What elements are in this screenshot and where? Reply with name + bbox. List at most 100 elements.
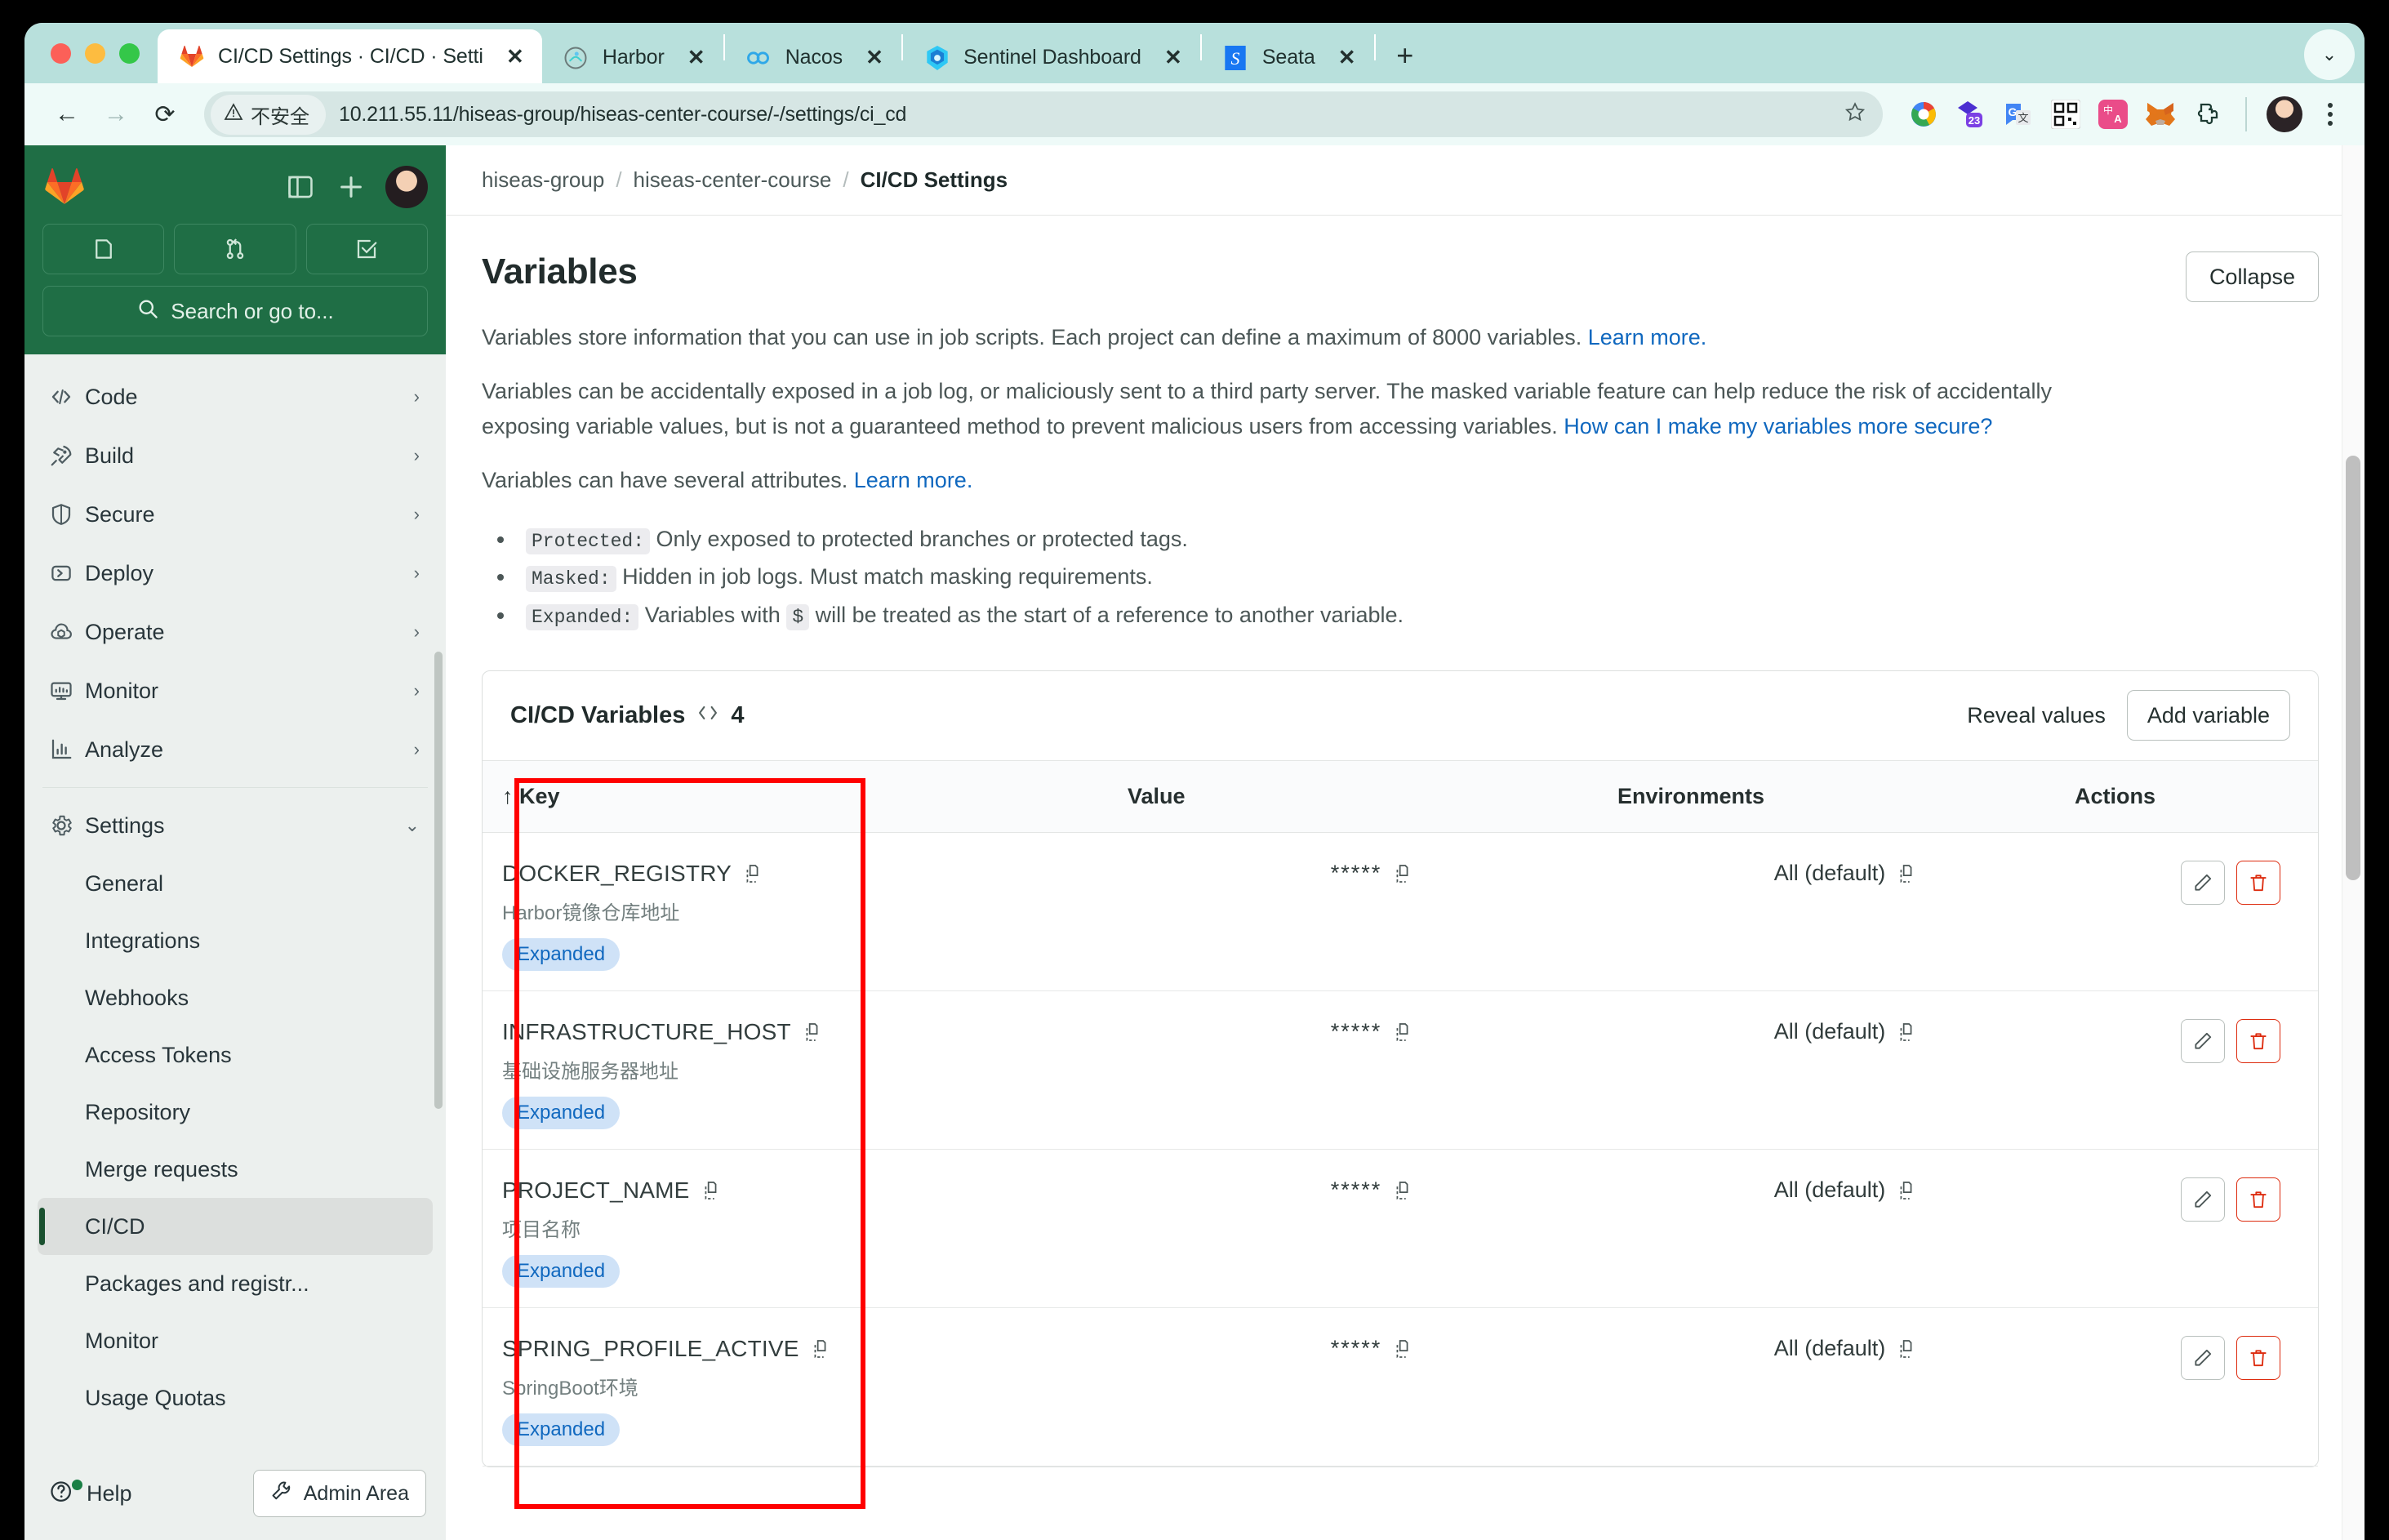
sidebar-item-packages-and-registries[interactable]: Packages and registr... [38,1255,433,1312]
copy-icon[interactable] [743,863,764,884]
sidebar-item-build[interactable]: Build › [38,426,433,485]
edit-variable-button[interactable] [2181,1336,2225,1381]
copy-icon[interactable] [1393,1338,1414,1360]
copy-icon[interactable] [803,1021,824,1043]
code-icon [49,385,85,409]
sidebar-item-label: Access Tokens [85,1042,232,1067]
google-translate-icon[interactable]: G文 [2000,96,2036,132]
immersive-translate-icon[interactable]: 中A [2095,96,2131,132]
tab-list-chevron-down-icon[interactable]: ⌄ [2304,29,2355,80]
sidebar-item-label: Code [85,384,138,409]
browser-tab-sentinel[interactable]: Sentinel Dashboard ✕ [903,32,1200,83]
chrome-profile-icon[interactable] [1906,96,1942,132]
sidebar-item-label: Analyze [85,737,164,762]
todos-icon[interactable] [305,224,428,274]
edit-variable-button[interactable] [2181,861,2225,906]
sidebar-item-repository[interactable]: Repository [38,1084,433,1141]
table-row: PROJECT_NAME 项目名称 Expanded ***** All (de… [483,1149,2318,1309]
sidebar-item-monitor-settings[interactable]: Monitor [38,1312,433,1369]
close-icon[interactable]: ✕ [861,44,888,72]
back-icon[interactable]: ← [44,91,90,137]
search-input[interactable]: Search or go to... [42,286,428,336]
issues-icon[interactable] [42,224,165,274]
browser-tab-gitlab[interactable]: CI/CD Settings · CI/CD · Setti ✕ [158,29,542,83]
sidebar-item-usage-quotas[interactable]: Usage Quotas [38,1369,433,1427]
sidebar-item-monitor[interactable]: Monitor › [38,661,433,720]
forward-icon[interactable]: → [93,91,139,137]
close-icon[interactable]: ✕ [501,42,529,70]
url-text: 10.211.55.11/hiseas-group/hiseas-center-… [339,102,907,126]
copy-icon[interactable] [811,1338,832,1360]
address-bar[interactable]: 不安全 10.211.55.11/hiseas-group/hiseas-cen… [204,91,1883,137]
column-header-key[interactable]: ↑ Key [483,760,1128,834]
copy-icon[interactable] [701,1180,723,1201]
browser-tab-harbor[interactable]: Harbor ✕ [542,32,723,83]
close-icon[interactable]: ✕ [1333,44,1361,72]
qr-code-icon[interactable] [2048,96,2084,132]
collapse-button[interactable]: Collapse [2185,251,2319,302]
deploy-icon [49,561,85,585]
breadcrumb-item-project[interactable]: hiseas-center-course [634,167,832,193]
page-scrollbar-track[interactable] [2342,145,2365,1540]
close-icon[interactable]: ✕ [683,44,710,72]
help-button[interactable]: Help [49,1478,132,1510]
sidebar-item-secure[interactable]: Secure › [38,485,433,544]
add-variable-button[interactable]: Add variable [2126,690,2290,741]
merge-requests-icon[interactable] [174,224,296,274]
reveal-values-button[interactable]: Reveal values [1967,703,2106,728]
sidebar-item-code[interactable]: Code › [38,367,433,426]
gitlab-logo-icon[interactable] [42,166,88,208]
copy-icon[interactable] [1393,1180,1414,1201]
delete-variable-button[interactable] [2236,1336,2280,1381]
metamask-fox-icon[interactable] [2142,96,2178,132]
copy-icon[interactable] [1897,863,1918,884]
edit-variable-button[interactable] [2181,1177,2225,1222]
puzzle-extension-icon[interactable] [2190,96,2226,132]
copy-icon[interactable] [1897,1021,1918,1043]
maximize-window-button[interactable] [119,42,140,64]
sidebar-item-access-tokens[interactable]: Access Tokens [38,1026,433,1084]
super-extension-23-icon[interactable]: 23 [1953,96,1989,132]
user-avatar[interactable] [385,166,428,208]
sidebar-item-label: Deploy [85,560,154,585]
sidebar-item-operate[interactable]: Operate › [38,603,433,661]
learn-more-link-1[interactable]: Learn more. [1588,325,1707,349]
sidebar-item-webhooks[interactable]: Webhooks [38,969,433,1026]
copy-icon[interactable] [1393,1021,1414,1043]
page-scrollbar-thumb[interactable] [2346,456,2360,880]
learn-more-link-2[interactable]: Learn more. [854,468,973,492]
sidebar-item-merge-requests[interactable]: Merge requests [38,1141,433,1198]
breadcrumb-item-group[interactable]: hiseas-group [482,167,604,193]
copy-icon[interactable] [1897,1338,1918,1360]
sidebar-item-analyze[interactable]: Analyze › [38,720,433,779]
sidebar-item-label: Secure [85,501,155,527]
kebab-menu-icon[interactable] [2314,96,2347,132]
browser-tab-nacos[interactable]: Nacos ✕ [725,32,901,83]
delete-variable-button[interactable] [2236,1019,2280,1064]
minimize-window-button[interactable] [85,42,105,64]
sidebar-item-deploy[interactable]: Deploy › [38,544,433,603]
sidebar-item-general[interactable]: General [38,855,433,912]
reload-icon[interactable]: ⟳ [142,91,188,137]
delete-variable-button[interactable] [2236,861,2280,906]
new-tab-button[interactable]: + [1384,34,1426,77]
sidebar-item-settings[interactable]: Settings ⌄ [38,796,433,855]
admin-area-button[interactable]: Admin Area [252,1470,426,1517]
attribute-code-dollar: $ [786,604,810,631]
star-icon[interactable] [1844,100,1866,129]
copy-icon[interactable] [1897,1180,1918,1201]
sidebar-item-cicd[interactable]: CI/CD [38,1198,433,1255]
close-icon[interactable]: ✕ [1159,44,1187,72]
avatar[interactable] [2267,96,2302,132]
plus-icon[interactable] [328,164,374,210]
browser-tab-seata[interactable]: S Seata ✕ [1202,32,1374,83]
delete-variable-button[interactable] [2236,1177,2280,1222]
copy-icon[interactable] [1393,863,1414,884]
sidebar-scrollbar[interactable] [434,652,443,1109]
sidebar-toggle-icon[interactable] [278,164,323,210]
close-window-button[interactable] [51,42,71,64]
sidebar-item-integrations[interactable]: Integrations [38,912,433,969]
secure-variables-link[interactable]: How can I make my variables more secure? [1564,414,1992,438]
site-security-badge[interactable]: 不安全 [211,94,326,135]
edit-variable-button[interactable] [2181,1019,2225,1064]
